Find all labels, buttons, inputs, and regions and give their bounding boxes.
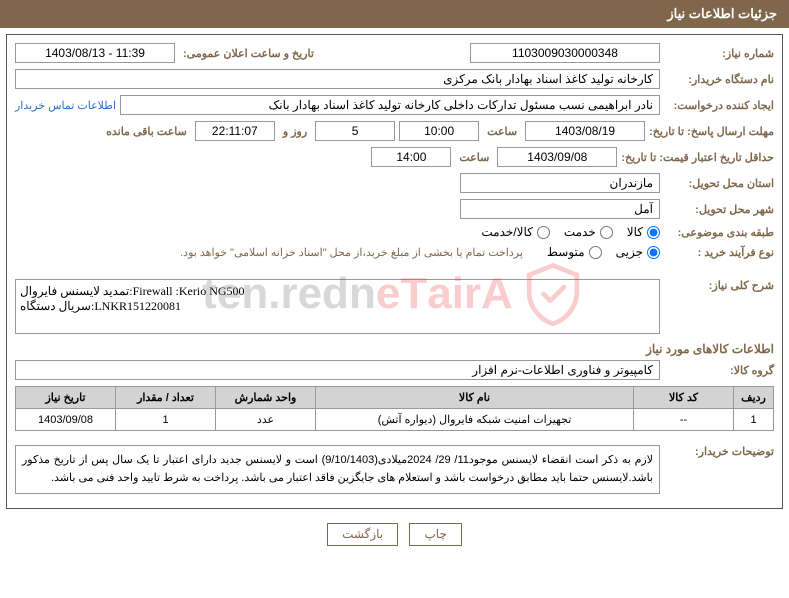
summary-textarea[interactable] — [15, 279, 660, 334]
radio-goods[interactable]: کالا — [627, 225, 660, 239]
radio-service-input[interactable] — [600, 226, 613, 239]
th-name: نام کالا — [316, 387, 634, 409]
radio-goods-input[interactable] — [647, 226, 660, 239]
print-button[interactable]: چاپ — [409, 523, 461, 546]
buyer-notes-label: توضیحات خریدار: — [664, 445, 774, 458]
province-value: مازندران — [460, 173, 660, 193]
goods-group-value: کامپیوتر و فناوری اطلاعات-نرم افزار — [15, 360, 660, 380]
goods-info-title: اطلاعات کالاهای مورد نیاز — [15, 342, 774, 356]
respond-date: 1403/08/19 — [525, 121, 645, 141]
page-header: جزئیات اطلاعات نیاز — [0, 0, 789, 28]
th-qty: تعداد / مقدار — [116, 387, 216, 409]
days-between-label: روز و — [279, 125, 311, 138]
min-valid-time: 14:00 — [371, 147, 451, 167]
cell-code: -- — [634, 409, 734, 431]
respond-time-label: ساعت — [483, 125, 521, 138]
creator-value: نادر ابراهیمی نسب مسئول تدارکات داخلی کا… — [120, 95, 660, 115]
announce-datetime-value: 1403/08/13 - 11:39 — [15, 43, 175, 63]
goods-table: ردیف کد کالا نام کالا واحد شمارش تعداد /… — [15, 386, 774, 431]
payment-note: پرداخت تمام یا بخشی از مبلغ خرید،از محل … — [180, 246, 523, 259]
days-remaining: 5 — [315, 121, 395, 141]
clock-remaining: 22:11:07 — [195, 121, 275, 141]
radio-medium-input[interactable] — [589, 246, 602, 259]
th-code: کد کالا — [634, 387, 734, 409]
radio-partial[interactable]: جزیی — [616, 245, 660, 259]
creator-label: ایجاد کننده درخواست: — [664, 99, 774, 112]
summary-label: شرح کلی نیاز: — [664, 279, 774, 292]
th-need-date: تاریخ نیاز — [16, 387, 116, 409]
buyer-notes-text: لازم به ذکر است انقضاء لایسنس موجود11/ 2… — [15, 445, 660, 494]
city-value: آمل — [460, 199, 660, 219]
buyer-org-value: کارخانه تولید کاغذ اسناد بهادار بانک مرک… — [15, 69, 660, 89]
th-unit: واحد شمارش — [216, 387, 316, 409]
min-valid-label: حداقل تاریخ اعتبار قیمت: تا تاریخ: — [621, 151, 774, 164]
province-label: استان محل تحویل: — [664, 177, 774, 190]
buyer-org-label: نام دستگاه خریدار: — [664, 73, 774, 86]
purchase-type-label: نوع فرآیند خرید : — [664, 246, 774, 259]
buyer-contact-link[interactable]: اطلاعات تماس خریدار — [15, 99, 116, 112]
goods-group-label: گروه کالا: — [664, 364, 774, 377]
page-title: جزئیات اطلاعات نیاز — [667, 6, 777, 21]
table-header-row: ردیف کد کالا نام کالا واحد شمارش تعداد /… — [16, 387, 774, 409]
radio-medium[interactable]: متوسط — [547, 245, 602, 259]
respond-time: 10:00 — [399, 121, 479, 141]
remain-suffix: ساعت باقی مانده — [102, 125, 191, 138]
radio-service[interactable]: خدمت — [564, 225, 613, 239]
cell-qty: 1 — [116, 409, 216, 431]
cell-need-date: 1403/09/08 — [16, 409, 116, 431]
radio-goods-service[interactable]: کالا/خدمت — [481, 225, 549, 239]
city-label: شهر محل تحویل: — [664, 203, 774, 216]
radio-goods-service-input[interactable] — [537, 226, 550, 239]
th-row: ردیف — [734, 387, 774, 409]
radio-partial-input[interactable] — [647, 246, 660, 259]
need-number-value: 1103009030000348 — [470, 43, 660, 63]
back-button[interactable]: بازگشت — [327, 523, 398, 546]
category-label: طبقه بندی موضوعی: — [664, 226, 774, 239]
respond-deadline-label: مهلت ارسال پاسخ: تا تاریخ: — [649, 125, 774, 138]
announce-datetime-label: تاریخ و ساعت اعلان عمومی: — [179, 47, 318, 60]
table-row: 1 -- تجهیزات امنیت شبکه فایروال (دیواره … — [16, 409, 774, 431]
need-number-label: شماره نیاز: — [664, 47, 774, 60]
cell-name: تجهیزات امنیت شبکه فایروال (دیواره آتش) — [316, 409, 634, 431]
cell-unit: عدد — [216, 409, 316, 431]
min-valid-time-label: ساعت — [455, 151, 493, 164]
main-fieldset: AriaTender.net شماره نیاز: 1103009030000… — [6, 34, 783, 509]
cell-row: 1 — [734, 409, 774, 431]
min-valid-date: 1403/09/08 — [497, 147, 617, 167]
button-row: چاپ بازگشت — [0, 515, 789, 554]
